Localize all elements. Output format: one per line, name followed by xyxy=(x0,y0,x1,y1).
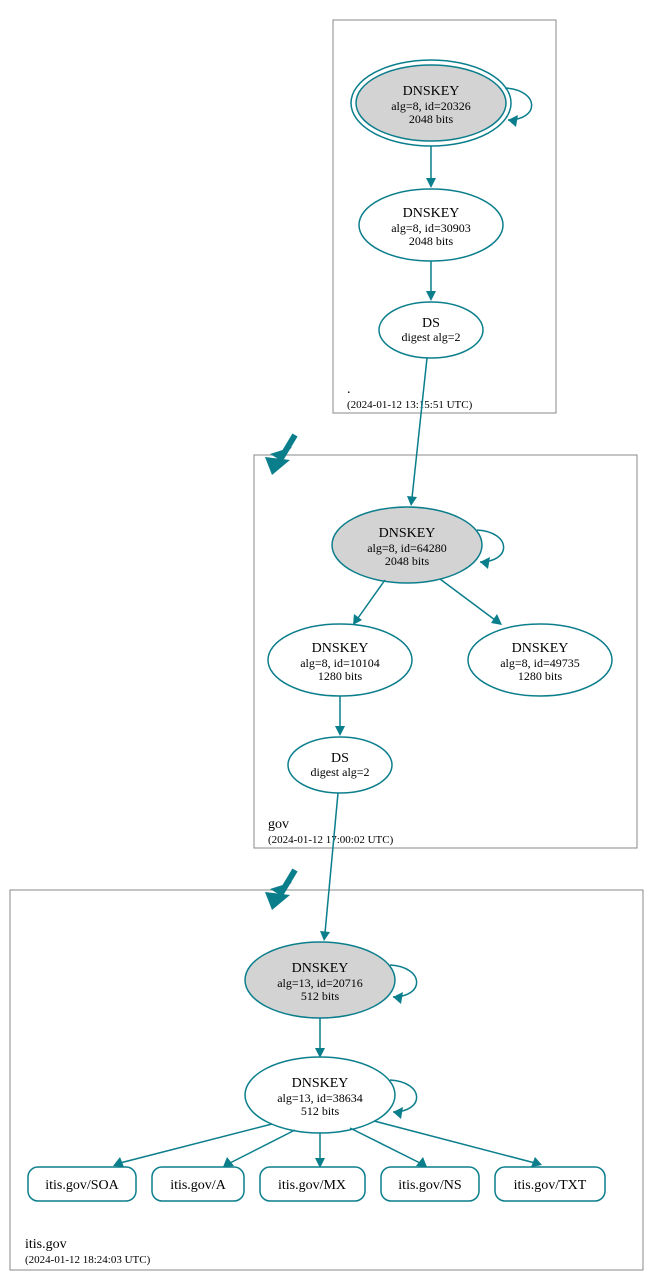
node-title: DNSKEY xyxy=(312,641,369,656)
node-sub: 1280 bits xyxy=(318,669,363,683)
node-title: DNSKEY xyxy=(403,84,460,99)
rrset-label: itis.gov/NS xyxy=(398,1178,461,1193)
node-sub: 2048 bits xyxy=(409,112,454,126)
rrset-label: itis.gov/A xyxy=(170,1178,227,1193)
root-zsk-node: DNSKEY alg=8, id=30903 2048 bits xyxy=(359,189,503,261)
arrowhead-icon xyxy=(393,1107,403,1119)
dnssec-diagram: . (2024-01-12 13:15:51 UTC) gov (2024-01… xyxy=(0,0,653,1278)
arrowhead-icon xyxy=(335,726,345,736)
edge xyxy=(120,1124,272,1163)
node-sub: 512 bits xyxy=(301,1104,340,1118)
edge xyxy=(358,580,385,618)
node-title: DNSKEY xyxy=(292,961,349,976)
zone-itis-label: itis.gov xyxy=(25,1237,67,1252)
arrowhead-icon xyxy=(426,291,436,301)
node-sub: 2048 bits xyxy=(385,554,430,568)
arrowhead-icon xyxy=(353,614,362,625)
edge xyxy=(350,1128,420,1163)
arrowhead-icon xyxy=(320,931,330,941)
itis-zsk-node: DNSKEY alg=13, id=38634 512 bits xyxy=(245,1057,417,1133)
rrset-txt: itis.gov/TXT xyxy=(495,1167,605,1201)
arrowhead-icon xyxy=(265,892,290,910)
node-sub: 512 bits xyxy=(301,989,340,1003)
arrowhead-icon xyxy=(491,614,502,625)
gov-ksk-node: DNSKEY alg=8, id=64280 2048 bits xyxy=(332,507,504,583)
gov-ds-node: DS digest alg=2 xyxy=(288,737,392,793)
zone-gov-ts: (2024-01-12 17:00:02 UTC) xyxy=(268,834,394,846)
edge xyxy=(440,579,495,620)
rrset-ns: itis.gov/NS xyxy=(381,1167,479,1201)
edge xyxy=(325,793,338,933)
zone-root-label: . xyxy=(347,382,351,397)
node-sub: alg=8, id=20326 xyxy=(391,99,471,113)
edge xyxy=(230,1130,295,1163)
node-sub: 2048 bits xyxy=(409,234,454,248)
root-ksk-node: DNSKEY alg=8, id=20326 2048 bits xyxy=(351,60,532,146)
gov-zsk-node: DNSKEY alg=8, id=10104 1280 bits xyxy=(268,624,412,696)
node-title: DNSKEY xyxy=(292,1076,349,1091)
node-sub: alg=13, id=38634 xyxy=(277,1091,363,1105)
arrowhead-icon xyxy=(426,178,436,188)
zone-itis-ts: (2024-01-12 18:24:03 UTC) xyxy=(25,1254,151,1266)
node-sub: alg=8, id=30903 xyxy=(391,221,471,235)
rrset-label: itis.gov/TXT xyxy=(514,1178,587,1193)
node-sub: alg=13, id=20716 xyxy=(277,976,363,990)
arrowhead-icon xyxy=(393,992,403,1004)
zone-root-ts: (2024-01-12 13:15:51 UTC) xyxy=(347,399,473,411)
node-sub: digest alg=2 xyxy=(401,330,460,344)
arrowhead-icon xyxy=(508,115,518,127)
rrset-label: itis.gov/SOA xyxy=(45,1178,119,1193)
zone-gov-label: gov xyxy=(268,817,289,832)
node-sub: alg=8, id=64280 xyxy=(367,541,447,555)
node-title: DNSKEY xyxy=(379,526,436,541)
arrowhead-icon xyxy=(480,557,490,569)
edge xyxy=(412,358,427,498)
node-title: DNSKEY xyxy=(512,641,569,656)
gov-zsk2-node: DNSKEY alg=8, id=49735 1280 bits xyxy=(468,624,612,696)
node-title: DS xyxy=(422,316,440,331)
edge xyxy=(374,1121,535,1163)
root-ds-node: DS digest alg=2 xyxy=(379,302,483,358)
arrowhead-icon xyxy=(265,457,290,475)
rrset-label: itis.gov/MX xyxy=(278,1178,346,1193)
node-title: DNSKEY xyxy=(403,206,460,221)
node-sub: 1280 bits xyxy=(518,669,563,683)
rrset-a: itis.gov/A xyxy=(152,1167,244,1201)
node-sub: alg=8, id=49735 xyxy=(500,656,580,670)
node-sub: digest alg=2 xyxy=(310,765,369,779)
node-title: DS xyxy=(331,751,349,766)
node-sub: alg=8, id=10104 xyxy=(300,656,380,670)
rrset-mx: itis.gov/MX xyxy=(260,1167,365,1201)
rrset-soa: itis.gov/SOA xyxy=(28,1167,136,1201)
arrowhead-icon xyxy=(407,496,417,506)
itis-ksk-node: DNSKEY alg=13, id=20716 512 bits xyxy=(245,942,417,1018)
